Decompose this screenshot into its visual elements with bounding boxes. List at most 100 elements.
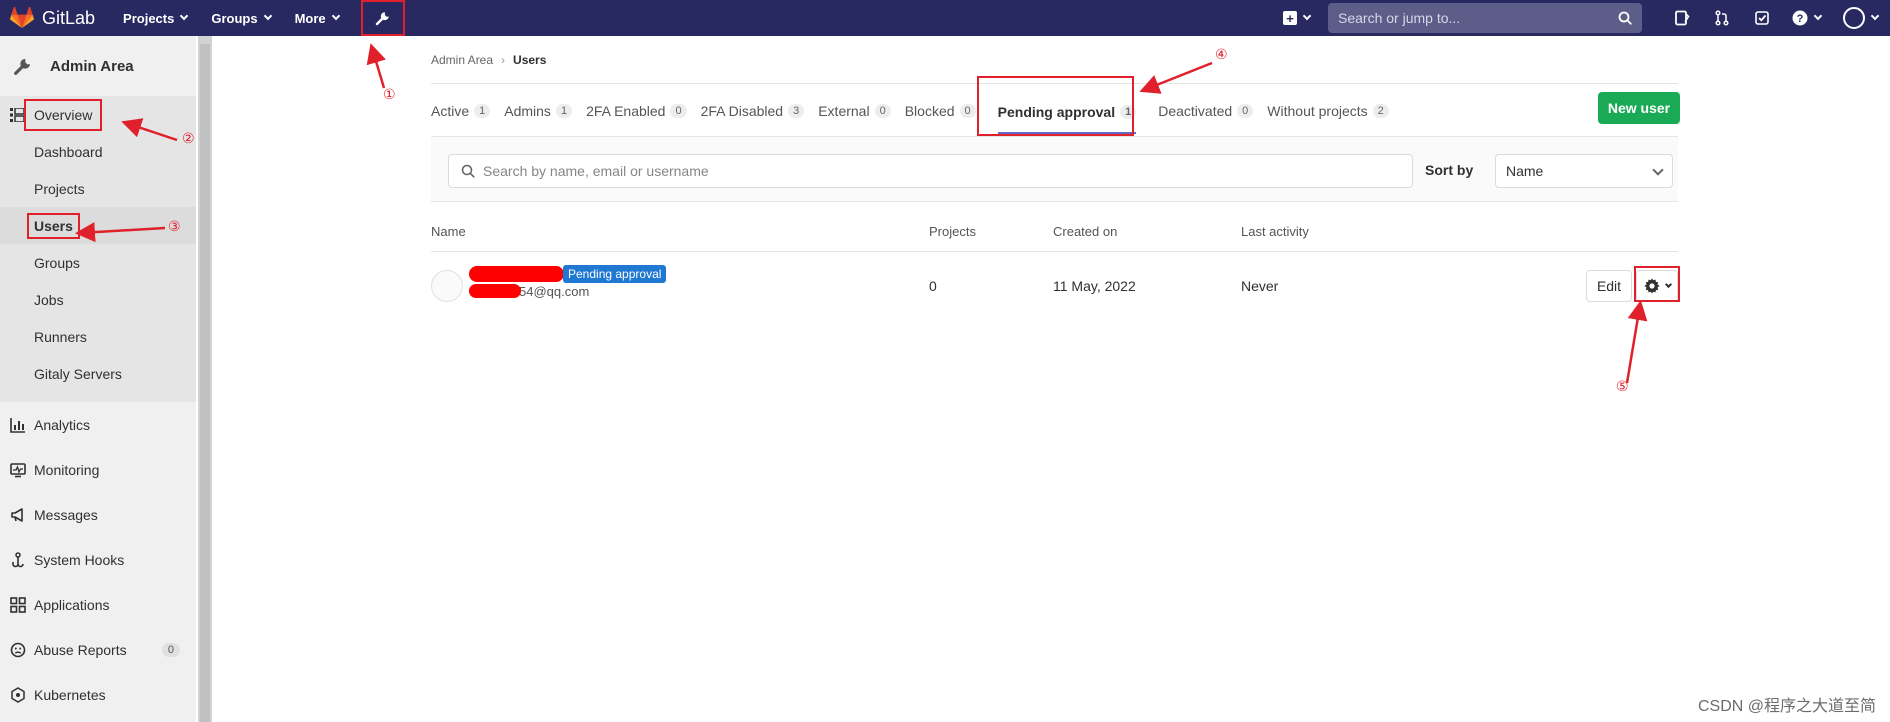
- breadcrumb-admin-area[interactable]: Admin Area: [431, 53, 493, 67]
- filter-bar: Sort by Name: [431, 136, 1678, 202]
- annotation-marker-2: ②: [182, 130, 195, 146]
- global-search-input[interactable]: [1338, 10, 1618, 26]
- new-dropdown[interactable]: +: [1283, 11, 1312, 25]
- nav-more-dropdown[interactable]: More: [294, 10, 340, 26]
- user-menu-dropdown[interactable]: [1830, 0, 1890, 36]
- monitor-icon: [10, 462, 26, 477]
- applications-grid-icon: [10, 596, 26, 613]
- breadcrumb-users[interactable]: Users: [513, 53, 546, 67]
- users-table-header: Name Projects Created on Last activity: [431, 216, 1678, 252]
- chevron-down-icon: [1302, 11, 1312, 21]
- nav-more-label: More: [294, 10, 326, 26]
- sidebar-item-messages[interactable]: Messages: [0, 492, 196, 537]
- sidebar-item-system-hooks[interactable]: System Hooks: [0, 537, 196, 582]
- column-header-name: Name: [431, 224, 466, 239]
- gitlab-logo-icon: [10, 7, 34, 28]
- sidebar-item-abuse-reports[interactable]: Abuse Reports 0: [0, 627, 196, 672]
- sidebar-item-kubernetes[interactable]: Kubernetes: [0, 672, 196, 717]
- column-header-created: Created on: [1053, 224, 1118, 239]
- nav-groups-label: Groups: [211, 10, 258, 26]
- sidebar-item-monitoring[interactable]: Monitoring: [0, 447, 196, 492]
- sidebar-item-users[interactable]: Users: [0, 207, 196, 244]
- user-filter-tabs: Active 1 Admins 1 2FA Enabled 0 2FA Disable…: [431, 84, 1403, 138]
- sidebar-item-overview[interactable]: Overview: [0, 96, 196, 133]
- user-last-activity: Never: [1241, 278, 1279, 294]
- sidebar-item-jobs[interactable]: Jobs: [0, 281, 196, 318]
- chevron-down-icon: [331, 11, 340, 21]
- issues-button[interactable]: [1662, 0, 1702, 36]
- tab-blocked[interactable]: Blocked 0: [905, 84, 976, 138]
- sidebar-item-runners[interactable]: Runners: [0, 318, 196, 355]
- user-created-on: 11 May, 2022: [1053, 278, 1136, 294]
- search-icon: [1618, 11, 1632, 25]
- chevron-down-icon: [180, 11, 189, 21]
- annotation-marker-4: ④: [1215, 46, 1228, 62]
- new-user-button[interactable]: New user: [1598, 92, 1680, 124]
- main-content: Admin Area › Users Active 1 Admins 1 2FA E…: [212, 36, 1890, 722]
- edit-user-button[interactable]: Edit: [1586, 270, 1632, 302]
- sidebar-header[interactable]: Admin Area: [0, 36, 196, 96]
- wrench-icon: [375, 12, 389, 26]
- gitlab-brand[interactable]: GitLab: [10, 0, 95, 36]
- tab-label: Admins: [504, 103, 551, 119]
- global-search[interactable]: [1328, 3, 1642, 33]
- merge-request-icon: [1715, 10, 1729, 26]
- tab-count-badge: 0: [959, 104, 976, 118]
- watermark: CSDN @程序之大道至简: [1697, 698, 1876, 715]
- sidebar-item-abuse-reports-label: Abuse Reports: [34, 641, 127, 658]
- help-dropdown[interactable]: ?: [1782, 0, 1830, 36]
- help-icon: ?: [1792, 10, 1807, 26]
- sidebar-item-applications[interactable]: Applications: [0, 582, 196, 627]
- analytics-chart-icon: [10, 417, 25, 433]
- kubernetes-icon: [11, 686, 25, 703]
- nav-right: + Search or jump to... ?: [1283, 0, 1890, 36]
- redaction-mark: [469, 284, 521, 298]
- sidebar-item-analytics[interactable]: Analytics: [0, 402, 196, 447]
- merge-requests-button[interactable]: [1702, 0, 1742, 36]
- tab-admins[interactable]: Admins 1: [504, 84, 573, 138]
- sort-select[interactable]: Name: [1495, 154, 1673, 188]
- sidebar-item-users-label: Users: [27, 212, 80, 239]
- plus-icon: +: [1283, 11, 1297, 25]
- admin-area-button[interactable]: [360, 0, 405, 36]
- tab-external[interactable]: External 0: [818, 84, 891, 138]
- tab-count-badge: 3: [788, 104, 805, 118]
- todo-checkbox-icon: [1755, 11, 1769, 25]
- sidebar-item-dashboard[interactable]: Dashboard: [0, 133, 196, 170]
- wrench-icon: [14, 58, 31, 75]
- tab-deactivated[interactable]: Deactivated 0: [1158, 84, 1254, 138]
- highlight-box-pending-tab: [977, 76, 1134, 136]
- sidebar-item-groups[interactable]: Groups: [0, 244, 196, 281]
- nav-projects-dropdown[interactable]: Projects: [123, 11, 189, 26]
- megaphone-icon: [11, 507, 23, 522]
- sidebar-item-monitoring-label: Monitoring: [34, 461, 100, 478]
- sidebar-item-messages-label: Messages: [34, 506, 98, 523]
- annotation-marker-3: ③: [168, 218, 181, 234]
- todos-button[interactable]: [1742, 0, 1782, 36]
- tab-active[interactable]: Active 1: [431, 84, 491, 138]
- user-avatar: [1842, 7, 1865, 29]
- tab-label: Blocked: [904, 103, 955, 119]
- nav-groups-dropdown[interactable]: Groups: [211, 10, 272, 26]
- tab-count-badge: 0: [1237, 104, 1254, 118]
- sidebar-item-projects[interactable]: Projects: [0, 170, 196, 207]
- hook-icon: [12, 551, 24, 567]
- sidebar-scrollbar-thumb[interactable]: [200, 44, 210, 722]
- sidebar-item-gitaly-servers[interactable]: Gitaly Servers: [0, 355, 196, 392]
- sort-select-value: Name: [1506, 163, 1544, 179]
- user-search-field[interactable]: [448, 154, 1413, 188]
- tab-label: Deactivated: [1158, 103, 1233, 119]
- tab-2fa-enabled[interactable]: 2FA Enabled 0: [586, 84, 687, 138]
- top-navbar: GitLab Projects Groups More + Search or …: [0, 0, 1890, 36]
- user-search-input[interactable]: [483, 163, 1412, 179]
- tab-2fa-disabled[interactable]: 2FA Disabled 3: [701, 84, 805, 138]
- chevron-down-icon: [1652, 164, 1664, 176]
- sidebar-title: Admin Area: [50, 57, 134, 75]
- avatar[interactable]: [431, 270, 463, 302]
- tab-label: External: [818, 103, 870, 119]
- tab-count-badge: 2: [1372, 104, 1389, 118]
- tab-without-projects[interactable]: Without projects 2: [1267, 84, 1389, 138]
- user-email: 54@qq.com: [519, 284, 590, 299]
- annotation-marker-1: ①: [383, 86, 396, 102]
- svg-text:?: ?: [1796, 13, 1803, 25]
